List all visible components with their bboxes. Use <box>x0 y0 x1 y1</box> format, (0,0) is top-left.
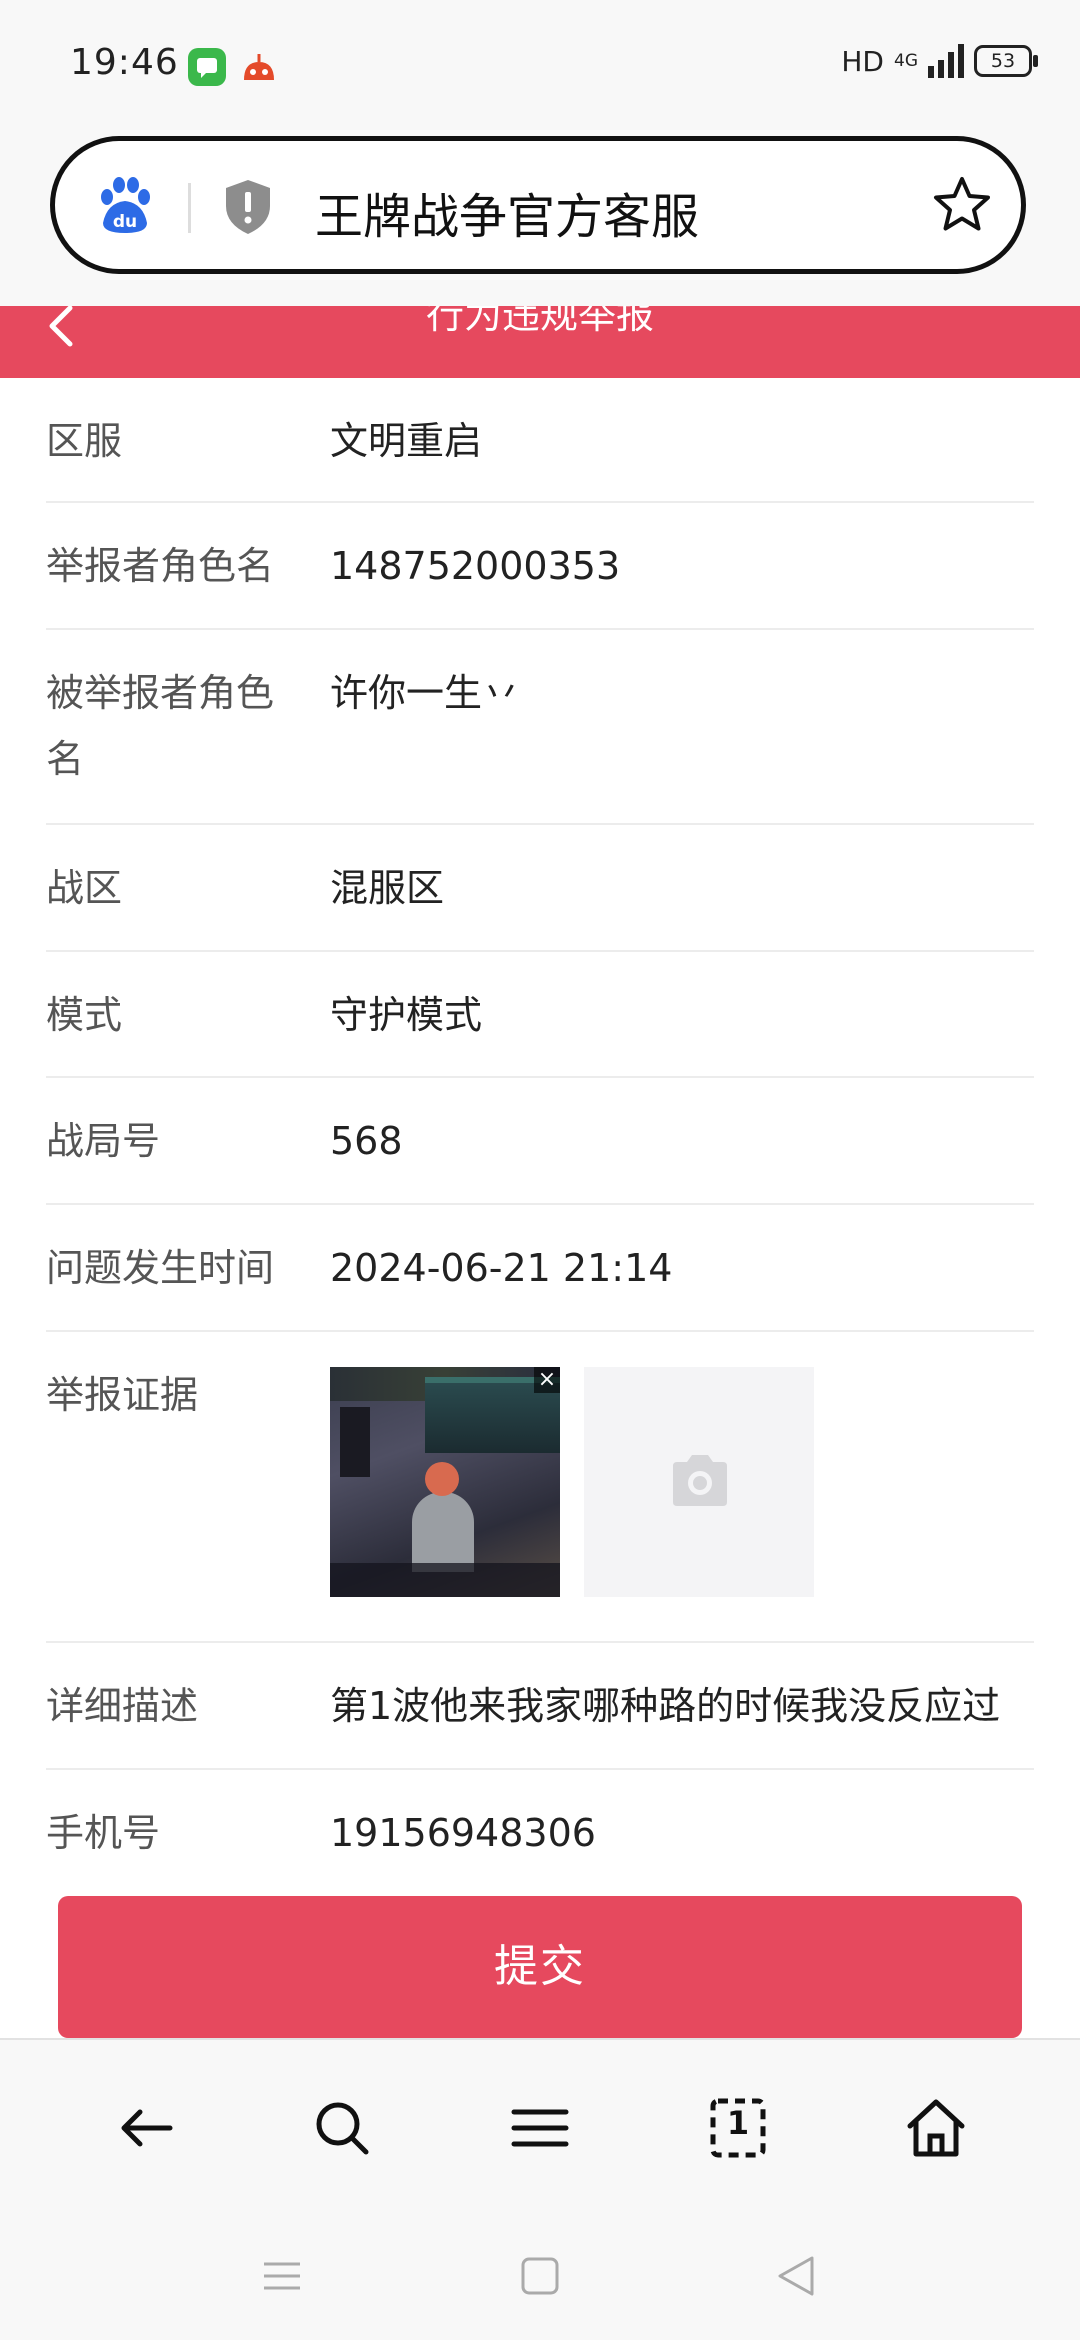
shield-icon[interactable] <box>223 178 273 236</box>
hd-indicator: HD <box>841 44 884 78</box>
form-row-evidence: 举报证据 × <box>46 1332 1034 1643</box>
reporter-label: 举报者角色名 <box>46 544 275 588</box>
form-row-mode[interactable]: 模式 守护模式 <box>46 952 1034 1078</box>
address-bar[interactable]: du 王牌战争官方客服 <box>50 136 1026 274</box>
messages-app-icon <box>188 48 226 86</box>
form-row-description[interactable]: 详细描述 第1波他来我家哪种路的时候我没反应过 <box>46 1643 1034 1770</box>
form-row-reported[interactable]: 被举报者角色名 许你一生丷 <box>46 630 1034 825</box>
status-bar: 19:46 HD 4G 53 <box>0 0 1080 130</box>
back-button-icon[interactable] <box>774 2254 818 2298</box>
battery-icon: 53 <box>974 45 1038 77</box>
evidence-label: 举报证据 <box>46 1373 199 1417</box>
add-photo-button[interactable] <box>584 1367 814 1597</box>
time-label: 问题发生时间 <box>46 1246 275 1290</box>
zone-value[interactable]: 混服区 <box>330 863 444 913</box>
remove-image-button[interactable]: × <box>534 1367 560 1393</box>
description-label: 详细描述 <box>46 1684 199 1728</box>
evidence-thumbnail[interactable] <box>330 1367 560 1597</box>
server-value[interactable]: 文明重启 <box>330 416 482 466</box>
phone-label: 手机号 <box>46 1811 161 1855</box>
phone-value[interactable]: 19156948306 <box>330 1808 596 1858</box>
status-time: 19:46 <box>70 42 179 83</box>
time-value[interactable]: 2024-06-21 21:14 <box>330 1243 672 1293</box>
app-notification-icon <box>240 48 278 86</box>
reported-value[interactable]: 许你一生丷 <box>330 668 520 718</box>
zone-label: 战区 <box>46 866 123 910</box>
form-row-reporter[interactable]: 举报者角色名 148752000353 <box>46 503 1034 630</box>
search-icon[interactable] <box>310 2096 374 2160</box>
page-header: 行为违规举报 <box>0 306 1080 378</box>
match-value[interactable]: 568 <box>330 1116 403 1166</box>
mode-value[interactable]: 守护模式 <box>330 990 482 1040</box>
game-figure-body <box>412 1492 474 1572</box>
game-figure-shadow <box>340 1407 370 1477</box>
home-icon[interactable] <box>904 2096 968 2160</box>
game-bottom-hud <box>330 1563 560 1597</box>
baidu-logo-icon[interactable]: du <box>93 173 157 237</box>
tab-count: 1 <box>726 2104 750 2142</box>
description-value[interactable]: 第1波他来我家哪种路的时候我没反应过 <box>330 1681 1034 1731</box>
page-title[interactable]: 王牌战争官方客服 <box>315 177 699 247</box>
signal-icon <box>928 44 964 78</box>
server-label: 区服 <box>46 419 123 463</box>
form-row-phone[interactable]: 手机号 19156948306 <box>46 1770 1034 1897</box>
form-row-match[interactable]: 战局号 568 <box>46 1078 1034 1205</box>
submit-button[interactable]: 提交 <box>58 1896 1022 2038</box>
camera-icon <box>673 1455 727 1506</box>
recent-apps-icon[interactable] <box>260 2254 304 2298</box>
reporter-value[interactable]: 148752000353 <box>330 541 620 591</box>
form-row-time[interactable]: 问题发生时间 2024-06-21 21:14 <box>46 1205 1034 1332</box>
back-arrow-icon[interactable] <box>114 2096 178 2160</box>
browser-toolbar: 1 <box>0 2038 1080 2240</box>
system-nav-bar <box>0 2238 1080 2340</box>
header-title: 行为违规举报 <box>425 306 654 337</box>
svg-text:du: du <box>113 212 137 232</box>
home-button-icon[interactable] <box>518 2254 562 2298</box>
menu-icon[interactable] <box>508 2096 572 2160</box>
network-indicator: 4G <box>894 51 918 71</box>
status-indicators: HD 4G 53 <box>841 44 1038 78</box>
reported-label: 被举报者角色名 <box>46 671 275 781</box>
mode-label: 模式 <box>46 993 123 1037</box>
match-label: 战局号 <box>46 1119 161 1163</box>
form-row-server[interactable]: 区服 文明重启 <box>46 378 1034 503</box>
game-figure-head <box>425 1462 459 1496</box>
form-row-zone[interactable]: 战区 混服区 <box>46 825 1034 952</box>
tabs-icon[interactable]: 1 <box>706 2096 770 2160</box>
address-divider <box>188 183 191 233</box>
bookmark-star-icon[interactable] <box>931 174 993 236</box>
report-form: 区服 文明重启 举报者角色名 148752000353 被举报者角色名 许你一生… <box>0 378 1080 2038</box>
